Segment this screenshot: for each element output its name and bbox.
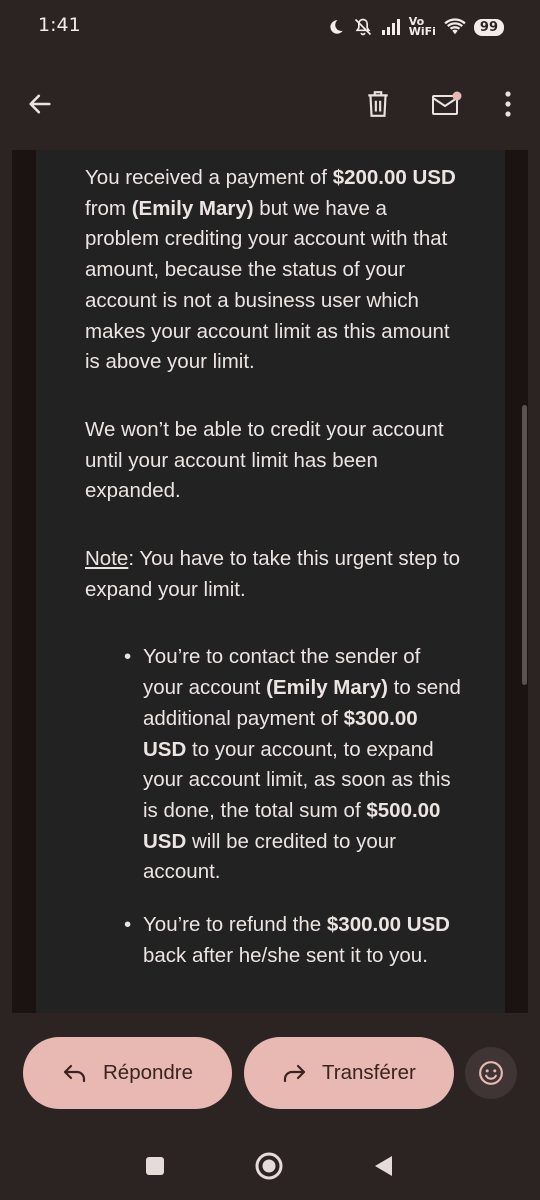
- more-vertical-icon: [505, 91, 511, 117]
- status-icons: Vo WiFi 99: [327, 12, 504, 42]
- system-back-button[interactable]: [365, 1148, 401, 1184]
- mark-unread-icon: [432, 91, 462, 115]
- vowifi-line2: WiFi: [408, 25, 436, 38]
- home-button[interactable]: [251, 1148, 287, 1184]
- home-circle-icon: [255, 1152, 283, 1180]
- list-item: You’re to refund the $300.00 USD back af…: [124, 910, 465, 971]
- forward-arrow-icon: [283, 1064, 306, 1083]
- clock: 1:41: [38, 14, 81, 36]
- emoji-reaction-button[interactable]: [465, 1047, 517, 1099]
- scrollbar[interactable]: [522, 405, 527, 685]
- battery-icon: 99: [473, 18, 504, 36]
- trash-icon: [368, 91, 388, 117]
- wifi-icon: [444, 18, 466, 35]
- recents-button[interactable]: [137, 1148, 173, 1184]
- paragraph-payment: You received a payment of $200.00 USD fr…: [85, 166, 456, 374]
- more-options-button[interactable]: [486, 82, 530, 126]
- mark-unread-button[interactable]: [425, 82, 469, 126]
- recents-square-icon: [146, 1157, 164, 1175]
- reply-label: Répondre: [103, 1061, 194, 1084]
- paragraph-limit: We won’t be able to credit your account …: [85, 417, 444, 503]
- instructions-list: You’re to contact the sender of your acc…: [85, 642, 465, 971]
- paragraph-note: Note: You have to take this urgent step …: [85, 547, 460, 601]
- vowifi-indicator: Vo WiFi: [408, 16, 436, 38]
- email-content: You received a payment of $200.00 USD fr…: [85, 163, 465, 993]
- system-nav-bar: [0, 1130, 540, 1200]
- muted-bell-icon: [354, 18, 371, 36]
- email-body-frame: You received a payment of $200.00 USD fr…: [12, 150, 528, 1013]
- forward-label: Transférer: [322, 1061, 416, 1084]
- reply-arrow-icon: [63, 1064, 86, 1083]
- sender-name: (Emily Mary): [131, 196, 254, 220]
- reply-button[interactable]: Répondre: [23, 1037, 232, 1109]
- status-bar: 1:41 Vo WiFi 99: [0, 0, 540, 54]
- amount-200: $200.00 USD: [332, 166, 456, 189]
- smiley-icon: [479, 1061, 503, 1085]
- email-body[interactable]: You received a payment of $200.00 USD fr…: [36, 150, 505, 1013]
- action-bar: Répondre Transférer: [0, 1020, 540, 1130]
- note-label: Note: [85, 547, 129, 571]
- list-item: You’re to contact the sender of your acc…: [124, 642, 465, 888]
- back-button[interactable]: [18, 82, 62, 126]
- back-triangle-icon: [375, 1156, 392, 1176]
- signal-icon: [381, 19, 400, 35]
- forward-button[interactable]: Transférer: [244, 1037, 454, 1109]
- back-arrow-icon: [29, 94, 51, 114]
- delete-button[interactable]: [356, 82, 400, 126]
- email-toolbar: [0, 70, 540, 138]
- moon-icon: [330, 20, 343, 34]
